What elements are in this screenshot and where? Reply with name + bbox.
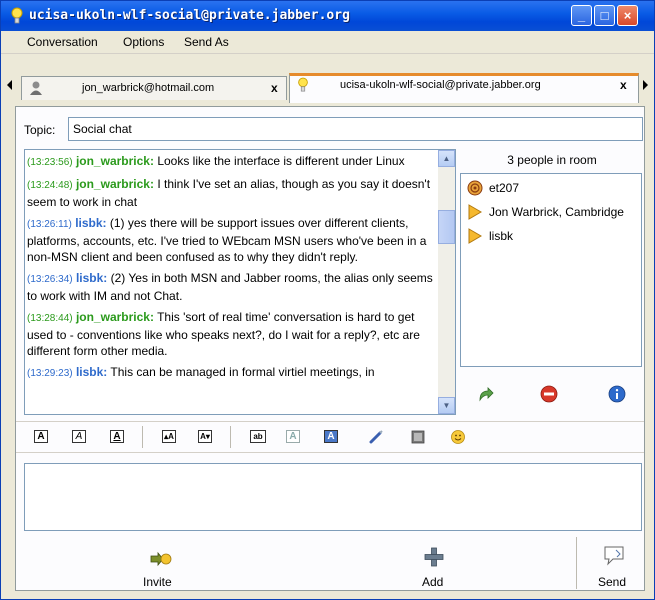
minimize-button[interactable]: _ (571, 5, 592, 26)
message-nick[interactable]: jon_warbrick: (76, 310, 154, 324)
room-count: 3 people in room (507, 153, 597, 167)
message-nick[interactable]: jon_warbrick: (76, 177, 154, 191)
tab-label: jon_warbrick@hotmail.com (82, 82, 215, 94)
message-timestamp: (13:26:11) (27, 219, 72, 230)
send-icon[interactable] (602, 545, 626, 567)
bold-icon[interactable]: A (34, 430, 48, 443)
conversation-panel: Topic: Social chat (13:23:56) jon_warbri… (15, 106, 645, 591)
spiral-icon (467, 180, 483, 196)
action-bar: Invite Add Send (16, 537, 644, 591)
chat-message: (13:26:34) lisbk: (2) Yes in both MSN an… (27, 270, 437, 304)
maximize-button[interactable]: □ (594, 5, 615, 26)
font-face-icon[interactable]: ab (250, 430, 266, 443)
message-nick[interactable]: lisbk: (76, 271, 107, 285)
tab-jon-warbrick[interactable]: jon_warbrick@hotmail.com x (21, 76, 287, 100)
decrease-font-icon[interactable]: A▾ (198, 430, 212, 443)
underline-icon[interactable]: A (110, 430, 124, 443)
tab-ucisa-room[interactable]: ucisa-ukoln-wlf-social@private.jabber.or… (289, 73, 639, 103)
roster-name: lisbk (489, 229, 514, 243)
chat-message: (13:28:44) jon_warbrick: This 'sort of r… (27, 309, 437, 359)
action-separator (576, 537, 577, 589)
smiley-icon[interactable] (450, 429, 466, 445)
message-timestamp: (13:26:34) (27, 274, 73, 285)
message-input[interactable] (24, 463, 642, 531)
add-icon[interactable] (424, 547, 444, 567)
chat-message: (13:23:56) jon_warbrick: Looks like the … (27, 153, 437, 171)
scroll-down-icon[interactable]: ▼ (438, 397, 455, 414)
lightbulb-icon (298, 77, 308, 92)
topic-input[interactable]: Social chat (68, 117, 643, 141)
chat-message: (13:24:48) jon_warbrick: I think I've se… (27, 176, 437, 210)
triangle-icon (468, 204, 482, 220)
tab-scroll-left-icon[interactable] (7, 80, 12, 90)
lightbulb-icon (11, 7, 23, 24)
toolbar-separator (230, 426, 231, 448)
redirect-arrow-icon[interactable] (476, 385, 494, 403)
background-color-icon[interactable]: A (324, 430, 338, 443)
info-icon[interactable] (608, 385, 626, 403)
scroll-up-icon[interactable]: ▲ (438, 150, 455, 167)
menu-send-as[interactable]: Send As (184, 35, 229, 49)
message-text: This can be managed in formal virtiel me… (110, 365, 375, 379)
tab-close-icon[interactable]: x (271, 81, 278, 95)
invite-icon[interactable] (150, 549, 172, 569)
send-button[interactable]: Send (598, 575, 626, 589)
menu-bar: Conversation Options Send As (1, 31, 654, 54)
tab-strip: jon_warbrick@hotmail.com x ucisa-ukoln-w… (1, 54, 654, 106)
contact-icon (30, 81, 42, 95)
increase-font-icon[interactable]: ▴A (162, 430, 176, 443)
block-icon[interactable] (540, 385, 558, 403)
scroll-thumb[interactable] (438, 210, 455, 244)
chat-message: (13:26:11) lisbk: (1) yes there will be … (27, 215, 437, 265)
chat-log[interactable]: (13:23:56) jon_warbrick: Looks like the … (24, 149, 456, 415)
tab-close-icon[interactable]: x (620, 78, 627, 92)
window-title: ucisa-ukoln-wlf-social@private.jabber.or… (29, 8, 350, 23)
message-timestamp: (13:28:44) (27, 313, 73, 324)
menu-conversation[interactable]: Conversation (27, 35, 98, 49)
tab-scroll-right-icon[interactable] (643, 80, 648, 90)
italic-icon[interactable]: A (72, 430, 86, 443)
add-button[interactable]: Add (422, 575, 443, 589)
message-nick[interactable]: lisbk: (76, 365, 107, 379)
formatting-toolbar: A A A ▴A A▾ ab A A (16, 421, 644, 453)
close-button[interactable]: × (617, 5, 638, 26)
message-nick[interactable]: jon_warbrick: (76, 154, 154, 168)
room-roster: et207 Jon Warbrick, Cambridge lisbk (460, 173, 642, 367)
text-color-icon[interactable]: A (286, 430, 300, 443)
chat-window: ucisa-ukoln-wlf-social@private.jabber.or… (0, 0, 655, 600)
image-icon[interactable] (410, 429, 426, 445)
toolbar-separator (142, 426, 143, 448)
message-timestamp: (13:23:56) (27, 157, 73, 168)
topic-label: Topic: (24, 123, 56, 137)
title-bar[interactable]: ucisa-ukoln-wlf-social@private.jabber.or… (1, 1, 654, 31)
tab-label: ucisa-ukoln-wlf-social@private.jabber.or… (340, 79, 541, 91)
message-timestamp: (13:29:23) (27, 368, 73, 379)
message-nick[interactable]: lisbk: (75, 216, 106, 230)
menu-options[interactable]: Options (123, 35, 164, 49)
chat-scrollbar[interactable]: ▲ ▼ (438, 150, 455, 414)
triangle-icon (468, 228, 482, 244)
roster-name: Jon Warbrick, Cambridge (489, 205, 624, 219)
roster-name: et207 (489, 181, 520, 195)
message-text: Looks like the interface is different un… (157, 154, 405, 168)
invite-button[interactable]: Invite (143, 575, 172, 589)
link-icon[interactable] (368, 429, 384, 445)
chat-message: (13:29:23) lisbk: This can be managed in… (27, 364, 437, 382)
message-timestamp: (13:24:48) (27, 180, 73, 191)
message-list: (13:23:56) jon_warbrick: Looks like the … (27, 150, 437, 387)
